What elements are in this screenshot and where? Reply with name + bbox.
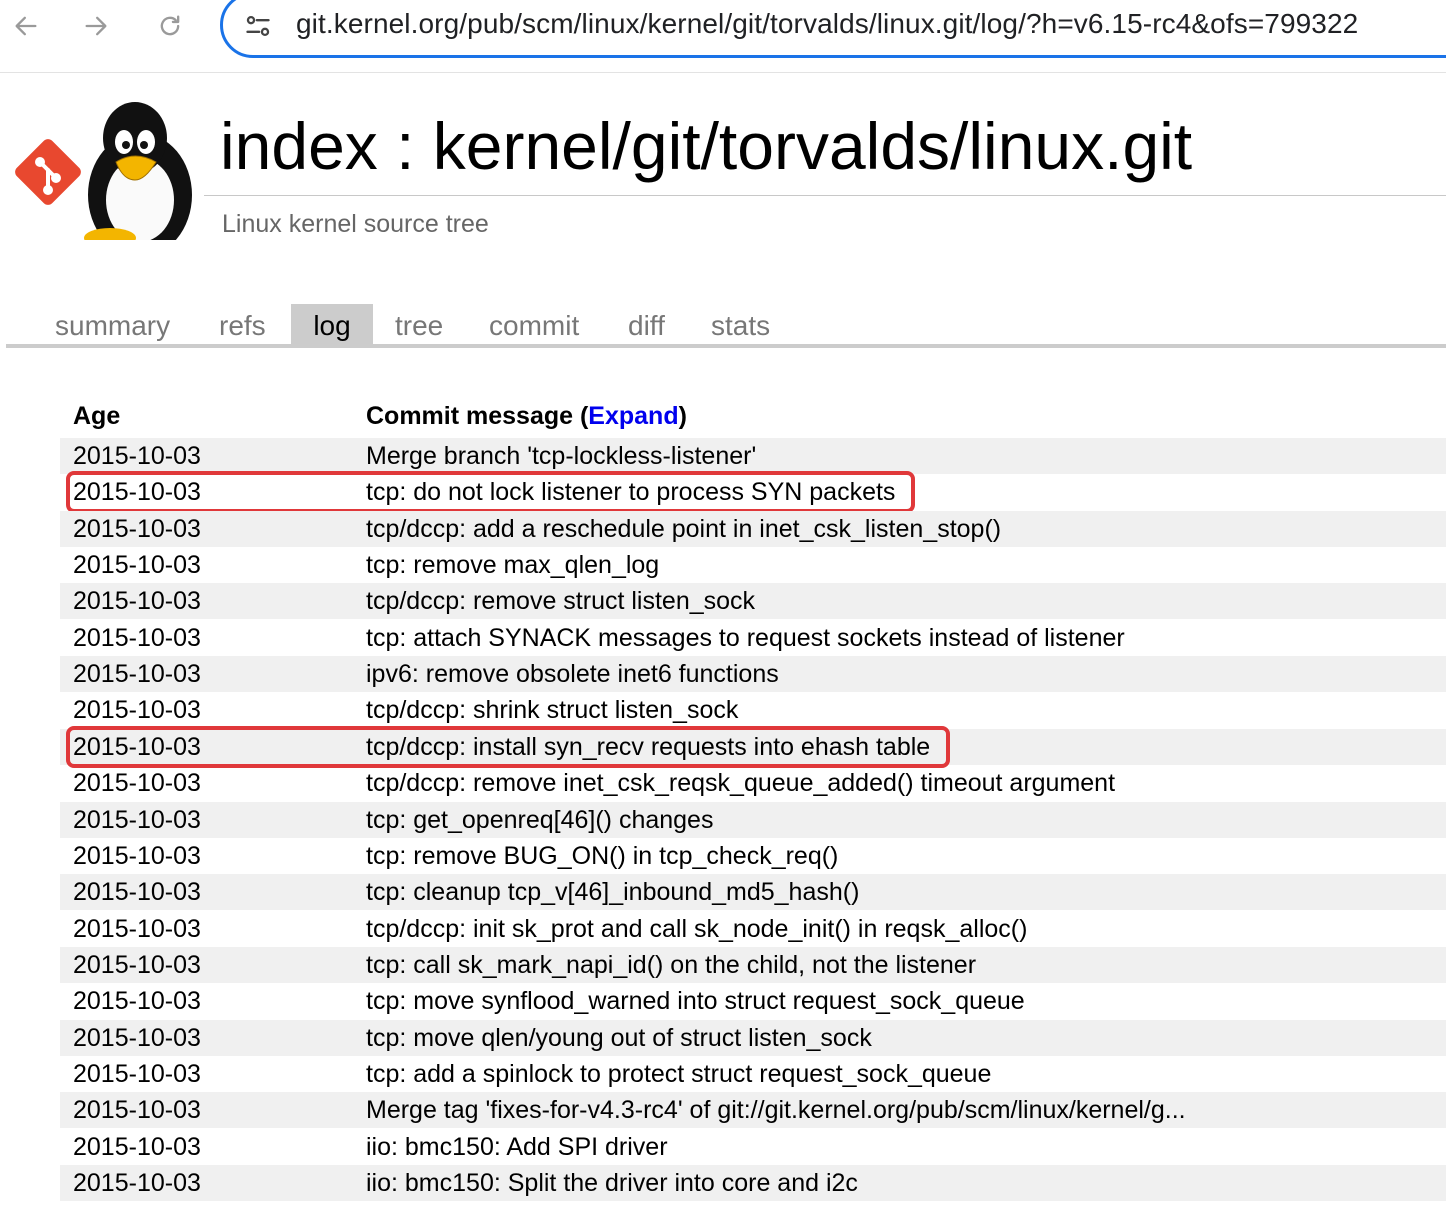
log-row[interactable]: 2015-10-03 tcp/dccp: shrink struct listen… <box>60 692 1446 728</box>
commit-age: 2015-10-03 <box>73 514 201 543</box>
commit-age: 2015-10-03 <box>73 1096 201 1125</box>
commit-message-link[interactable]: tcp: move synflood_warned into struct re… <box>366 983 1025 1019</box>
log-row[interactable]: 2015-10-03 Merge branch 'tcp-lockless-lis… <box>60 438 1446 474</box>
log-row[interactable]: 2015-10-03 tcp/dccp: install syn_recv req… <box>60 728 1446 765</box>
commit-message-link[interactable]: tcp: attach SYNACK messages to request s… <box>366 620 1125 656</box>
commit-age: 2015-10-03 <box>73 696 201 725</box>
linux-penguin-logo <box>15 102 192 240</box>
tune-icon[interactable] <box>244 12 272 40</box>
log-row[interactable]: 2015-10-03 Merge tag 'fixes-for-v4.3-rc4'… <box>60 1092 1446 1129</box>
commit-message-link[interactable]: tcp/dccp: add a reschedule point in inet… <box>366 511 1001 547</box>
log-row[interactable]: 2015-10-03 tcp: add a spinlock to protect… <box>60 1056 1446 1092</box>
commit-message-link[interactable]: tcp: do not lock listener to process SYN… <box>366 474 895 510</box>
commit-message-link[interactable]: tcp: remove BUG_ON() in tcp_check_req() <box>366 838 838 874</box>
log-row[interactable]: 2015-10-03 tcp: call sk_mark_napi_id() on… <box>60 946 1446 983</box>
tab-commit[interactable]: commit <box>489 304 579 346</box>
log-row[interactable]: 2015-10-03 tcp: cleanup tcp_v[46]_inbound… <box>60 874 1446 911</box>
log-row[interactable]: 2015-10-03 iio: bmc150: Split the driver … <box>60 1165 1446 1201</box>
log-row[interactable]: 2015-10-03 ipv6: remove obsolete inet6 fu… <box>60 656 1446 693</box>
log-row[interactable]: 2015-10-03 tcp: remove max_qlen_log <box>60 547 1446 583</box>
page-title: index : kernel/git/torvalds/linux.git <box>220 109 1193 183</box>
tab-log[interactable]: log <box>291 304 373 346</box>
commit-message-link[interactable]: iio: bmc150: Split the driver into core … <box>366 1165 858 1201</box>
commit-age: 2015-10-03 <box>73 950 201 979</box>
commit-message-link[interactable]: tcp/dccp: remove inet_csk_reqsk_queue_ad… <box>366 765 1115 801</box>
tab-tree[interactable]: tree <box>395 304 443 346</box>
arrow-right-icon <box>85 16 107 36</box>
log-row[interactable]: 2015-10-03 tcp: attach SYNACK messages to… <box>60 620 1446 656</box>
reload-icon <box>160 15 180 36</box>
log-row[interactable]: 2015-10-03 tcp: do not lock listener to p… <box>60 474 1446 510</box>
commit-message-link[interactable]: Merge tag 'fixes-for-v4.3-rc4' of git://… <box>366 1092 1186 1128</box>
log-row[interactable]: 2015-10-03 tcp: remove BUG_ON() in tcp_ch… <box>60 838 1446 874</box>
tab-stats[interactable]: stats <box>711 304 770 346</box>
commit-message-link[interactable]: tcp/dccp: remove struct listen_sock <box>366 583 755 619</box>
commit-age: 2015-10-03 <box>73 478 201 507</box>
tab-divider <box>6 344 1446 348</box>
expand-link[interactable]: Expand <box>588 402 678 430</box>
commit-age: 2015-10-03 <box>73 1059 201 1088</box>
tab-summary[interactable]: summary <box>55 304 170 346</box>
commit-age: 2015-10-03 <box>73 660 201 689</box>
tab-refs[interactable]: refs <box>219 304 266 346</box>
commit-age: 2015-10-03 <box>73 1132 201 1161</box>
arrow-left-icon <box>15 16 37 36</box>
commit-age: 2015-10-03 <box>73 587 201 616</box>
commit-message-link[interactable]: iio: bmc150: Add SPI driver <box>366 1129 668 1165</box>
commit-message-link[interactable]: ipv6: remove obsolete inet6 functions <box>366 656 779 692</box>
commit-age: 2015-10-03 <box>73 805 201 834</box>
repo-description: Linux kernel source tree <box>222 210 489 238</box>
back-button[interactable] <box>6 6 46 46</box>
log-row[interactable]: 2015-10-03 tcp/dccp: remove struct listen… <box>60 583 1446 620</box>
commit-message-link[interactable]: tcp: cleanup tcp_v[46]_inbound_md5_hash(… <box>366 874 859 910</box>
forward-button[interactable] <box>76 6 116 46</box>
reload-button[interactable] <box>150 6 190 46</box>
commit-age: 2015-10-03 <box>73 442 201 470</box>
commit-age: 2015-10-03 <box>73 878 201 907</box>
commit-age: 2015-10-03 <box>73 623 201 652</box>
commit-message-link[interactable]: tcp/dccp: install syn_recv requests into… <box>366 729 930 765</box>
log-table-header: Age Commit message (Expand) <box>60 402 1446 438</box>
commit-age: 2015-10-03 <box>73 732 201 761</box>
commit-message-link[interactable]: tcp: move qlen/young out of struct liste… <box>366 1020 872 1056</box>
commit-age: 2015-10-03 <box>73 769 201 798</box>
commit-age: 2015-10-03 <box>73 987 201 1016</box>
log-row[interactable]: 2015-10-03 tcp: move qlen/young out of st… <box>60 1019 1446 1056</box>
title-divider <box>204 195 1446 196</box>
message-header-close: ) <box>678 402 687 430</box>
commit-age: 2015-10-03 <box>73 1023 201 1052</box>
browser-toolbar: git.kernel.org/pub/scm/linux/kernel/git/… <box>0 0 1446 73</box>
commit-message-link[interactable]: tcp/dccp: init sk_prot and call sk_node_… <box>366 911 1027 947</box>
age-column-header: Age <box>73 402 121 430</box>
commit-age: 2015-10-03 <box>73 914 201 943</box>
log-row[interactable]: 2015-10-03 tcp/dccp: remove inet_csk_reqs… <box>60 765 1446 801</box>
commit-message-link[interactable]: Merge branch 'tcp-lockless-listener' <box>366 438 756 474</box>
commit-message-link[interactable]: tcp/dccp: shrink struct listen_sock <box>366 692 738 728</box>
commit-age: 2015-10-03 <box>73 841 201 870</box>
commit-age: 2015-10-03 <box>73 1169 201 1197</box>
tab-diff[interactable]: diff <box>628 304 665 346</box>
commit-age: 2015-10-03 <box>73 551 201 580</box>
message-column-header: Commit message (Expand) <box>366 402 687 431</box>
log-row[interactable]: 2015-10-03 tcp/dccp: add a reschedule poi… <box>60 510 1446 547</box>
log-row[interactable]: 2015-10-03 tcp/dccp: init sk_prot and cal… <box>60 911 1446 947</box>
commit-message-link[interactable]: tcp: remove max_qlen_log <box>366 547 659 583</box>
message-header-label: Commit message ( <box>366 402 589 430</box>
log-row[interactable]: 2015-10-03 tcp: get_openreq[46]() changes <box>60 801 1446 838</box>
commit-message-link[interactable]: tcp: add a spinlock to protect struct re… <box>366 1056 991 1092</box>
commit-message-link[interactable]: tcp: get_openreq[46]() changes <box>366 802 713 838</box>
url-text[interactable]: git.kernel.org/pub/scm/linux/kernel/git/… <box>296 8 1358 40</box>
log-row[interactable]: 2015-10-03 tcp: move synflood_warned into… <box>60 983 1446 1019</box>
commit-message-link[interactable]: tcp: call sk_mark_napi_id() on the child… <box>366 947 976 983</box>
log-row[interactable]: 2015-10-03 iio: bmc150: Add SPI driver <box>60 1129 1446 1165</box>
